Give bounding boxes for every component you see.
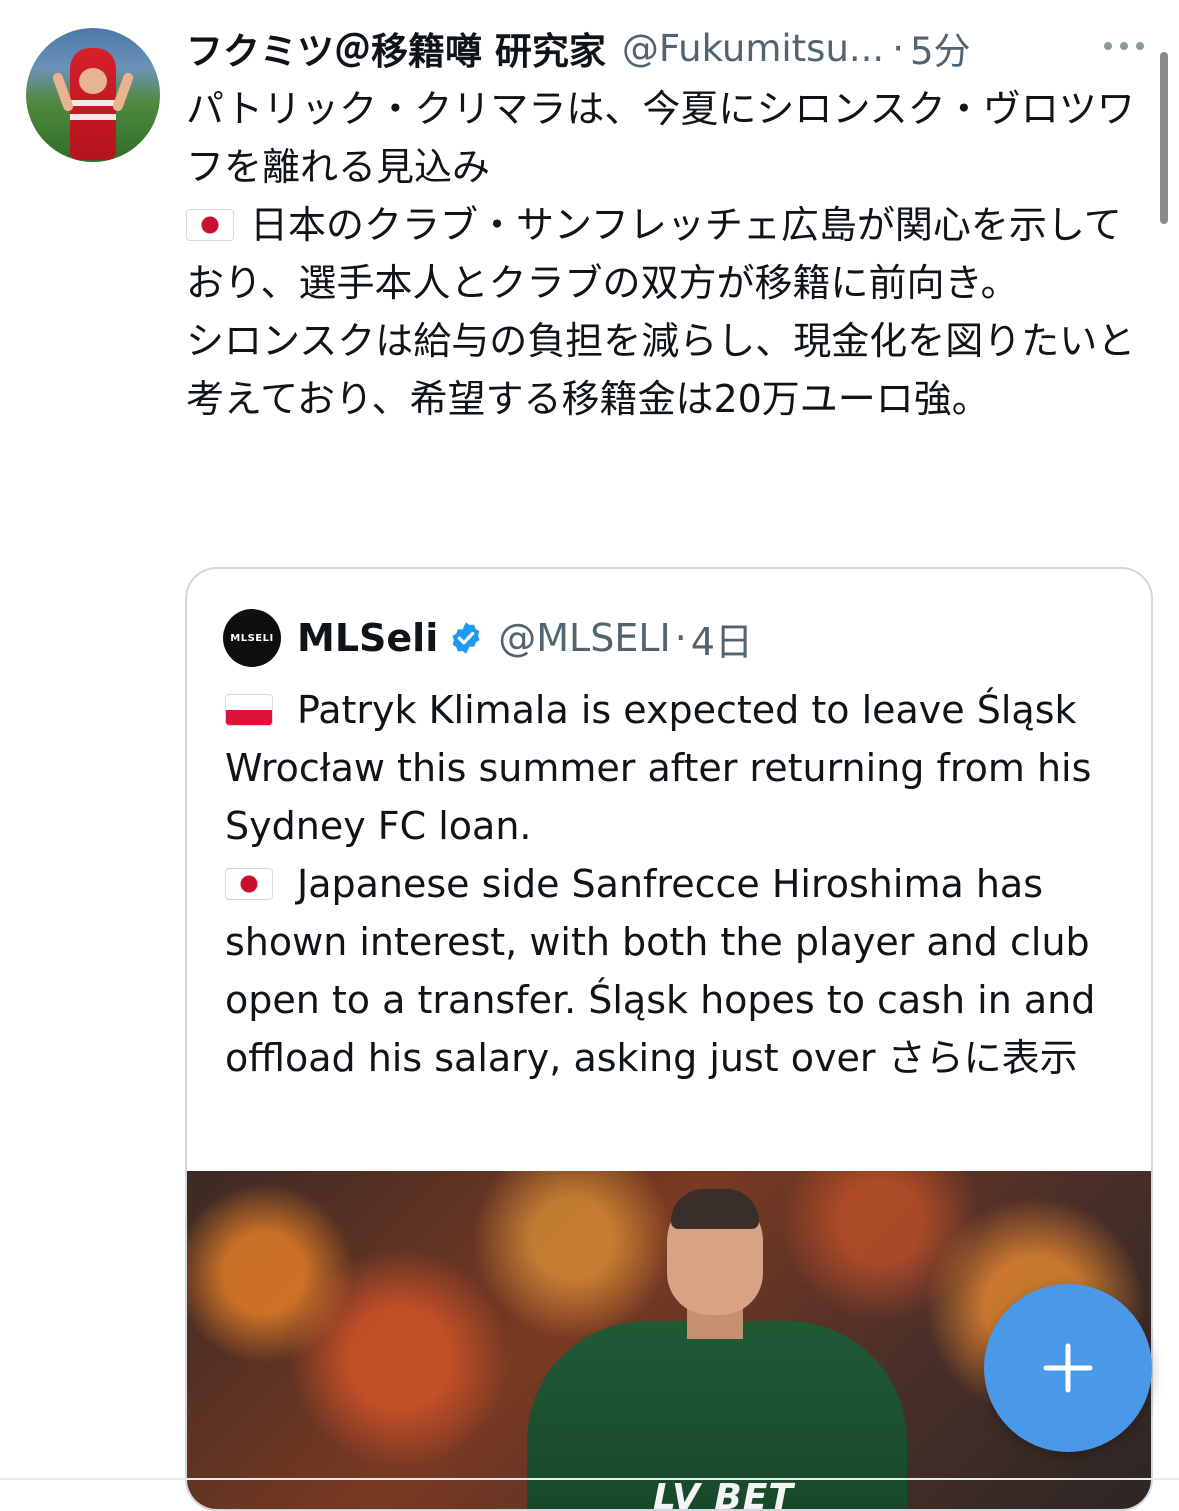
verified-badge-icon	[452, 622, 480, 654]
quoted-line-text: Patryk Klimala is expected to leave Śląs…	[225, 688, 1092, 848]
quoted-tweet-header: MLSELI MLSeli @MLSELI · 4日	[223, 609, 753, 667]
player-hair	[671, 1189, 759, 1229]
tweet-text: パトリック・クリマラは、今夏にシロンスク・ヴロツワフを離れる見込み 日本のクラブ…	[186, 80, 1156, 428]
more-dots-icon[interactable]	[1104, 34, 1144, 58]
tweet-header: フクミツ＠移籍噂 研究家 @Fukumitsu... · 5分	[186, 22, 1086, 74]
compose-button[interactable]	[984, 1284, 1152, 1452]
quoted-tweet-text: Patryk Klimala is expected to leave Śląs…	[225, 681, 1125, 1087]
quoted-separator: ·	[674, 616, 687, 660]
scrollbar[interactable]	[1160, 52, 1168, 224]
tweet-line: 日本のクラブ・サンフレッチェ広島が関心を示しており、選手本人とクラブの双方が移籍…	[186, 196, 1156, 312]
tweet-line: シロンスクは給与の負担を減らし、現金化を図りたいと考えており、希望する移籍金は2…	[186, 319, 1136, 421]
divider	[0, 1478, 1179, 1480]
avatar-stripe	[70, 114, 116, 120]
poland-flag-icon	[225, 694, 273, 726]
author-handle[interactable]: @Fukumitsu...	[622, 27, 884, 70]
quoted-author-name[interactable]: MLSeli	[297, 616, 438, 660]
tweet-line: パトリック・クリマラは、今夏にシロンスク・ヴロツワフを離れる見込み	[186, 87, 1135, 189]
japan-flag-icon	[186, 209, 234, 241]
quoted-timestamp[interactable]: 4日	[691, 611, 753, 666]
avatar-face	[79, 68, 107, 94]
quoted-line: Patryk Klimala is expected to leave Śląs…	[225, 681, 1125, 855]
plus-icon	[1043, 1343, 1093, 1393]
avatar-stripe	[70, 100, 116, 106]
japan-flag-icon	[225, 868, 273, 900]
quoted-author-avatar[interactable]: MLSELI	[223, 609, 281, 667]
author-name[interactable]: フクミツ＠移籍噂 研究家	[186, 21, 606, 75]
shirt-sponsor-text: LV BET	[653, 1477, 794, 1511]
quoted-line: Japanese side Sanfrecce Hiroshima has sh…	[225, 855, 1125, 1087]
quoted-author-handle[interactable]: @MLSELI	[498, 616, 670, 660]
tweet-line-text: 日本のクラブ・サンフレッチェ広島が関心を示しており、選手本人とクラブの双方が移籍…	[186, 203, 1122, 305]
author-avatar[interactable]	[26, 28, 160, 162]
tweet-timestamp[interactable]: 5分	[910, 21, 971, 75]
show-more-link[interactable]: さらに表示	[888, 1036, 1078, 1080]
header-separator: ·	[892, 26, 904, 70]
